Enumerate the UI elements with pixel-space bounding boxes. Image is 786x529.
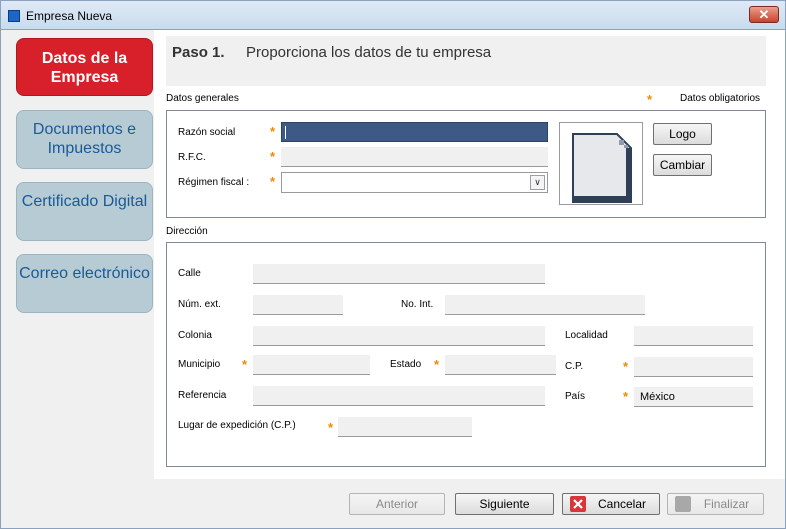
window-client: Datos de la Empresa Documentos e Impuest… <box>0 30 786 529</box>
required-marker: * <box>270 149 276 164</box>
step-documentos-impuestos[interactable]: Documentos e Impuestos <box>16 110 153 169</box>
logo-button[interactable]: Logo <box>653 123 712 145</box>
referencia-input[interactable] <box>253 386 545 406</box>
lugar-expedicion-label: Lugar de expedición (C.P.) <box>178 420 296 431</box>
finalizar-button[interactable]: Finalizar <box>667 493 764 515</box>
razon-social-label: Razón social <box>178 127 236 138</box>
localidad-label: Localidad <box>565 330 608 341</box>
chevron-down-icon[interactable]: ∨ <box>530 175 545 190</box>
lugar-expedicion-input[interactable] <box>338 417 472 437</box>
regimen-fiscal-label: Régimen fiscal : <box>178 177 250 188</box>
anterior-button[interactable]: Anterior <box>349 493 445 515</box>
required-marker: * <box>623 389 629 404</box>
pais-label: País <box>565 391 586 402</box>
step-description: Proporciona los datos de tu empresa <box>246 44 492 61</box>
cancel-icon <box>570 496 586 512</box>
estado-label: Estado <box>390 359 422 370</box>
required-marker: * <box>270 124 276 139</box>
municipio-input[interactable] <box>253 355 370 375</box>
localidad-input[interactable] <box>634 326 753 346</box>
colonia-input[interactable] <box>253 326 545 346</box>
title-bar: Empresa Nueva ✕ <box>0 0 786 30</box>
direccion-group: Calle Núm. ext. No. Int. Colonia Localid… <box>166 242 766 467</box>
close-button[interactable]: ✕ <box>749 6 779 23</box>
window-title: Empresa Nueva <box>26 9 113 23</box>
cancelar-label: Cancelar <box>597 497 647 511</box>
required-marker: * <box>242 357 248 372</box>
required-marker: * <box>434 357 440 372</box>
siguiente-button[interactable]: Siguiente <box>455 493 554 515</box>
num-ext-input[interactable] <box>253 295 343 315</box>
step-certificado-digital[interactable]: Certificado Digital <box>16 182 153 241</box>
required-marker: * <box>328 420 334 435</box>
datos-generales-title: Datos generales <box>166 93 239 104</box>
step-number: Paso 1. <box>172 44 225 61</box>
cambiar-button[interactable]: Cambiar <box>653 154 712 176</box>
razon-social-input[interactable] <box>281 122 548 142</box>
calle-label: Calle <box>178 268 201 279</box>
required-marker: * <box>623 359 629 374</box>
required-marker: * <box>270 174 276 189</box>
step-datos-empresa[interactable]: Datos de la Empresa <box>16 38 153 96</box>
pais-input[interactable]: México <box>634 387 753 407</box>
no-int-label: No. Int. <box>401 299 434 310</box>
required-marker: * <box>647 92 653 107</box>
rfc-input[interactable] <box>281 147 548 167</box>
estado-input[interactable] <box>445 355 556 375</box>
regimen-fiscal-select[interactable]: ∨ <box>281 172 548 193</box>
num-ext-label: Núm. ext. <box>178 299 221 310</box>
finish-icon <box>675 496 691 512</box>
datos-generales-group: Razón social * R.F.C. * Régimen fiscal :… <box>166 110 766 218</box>
required-note-label: Datos obligatorios <box>680 93 761 104</box>
cp-input[interactable] <box>634 357 753 377</box>
cp-label: C.P. <box>565 361 584 372</box>
app-icon <box>8 10 20 22</box>
step-header: Paso 1. Proporciona los datos de tu empr… <box>166 36 766 86</box>
document-icon <box>572 133 632 203</box>
rfc-label: R.F.C. <box>178 152 206 163</box>
logo-preview <box>559 122 643 205</box>
direccion-title: Dirección <box>166 226 208 237</box>
referencia-label: Referencia <box>178 390 227 401</box>
content-panel: Paso 1. Proporciona los datos de tu empr… <box>154 30 785 479</box>
cancelar-button[interactable]: Cancelar <box>562 493 660 515</box>
colonia-label: Colonia <box>178 330 212 341</box>
finalizar-label: Finalizar <box>703 497 750 511</box>
step-correo-electronico[interactable]: Correo electrónico <box>16 254 153 313</box>
calle-input[interactable] <box>253 264 545 284</box>
no-int-input[interactable] <box>445 295 645 315</box>
municipio-label: Municipio <box>178 359 221 370</box>
